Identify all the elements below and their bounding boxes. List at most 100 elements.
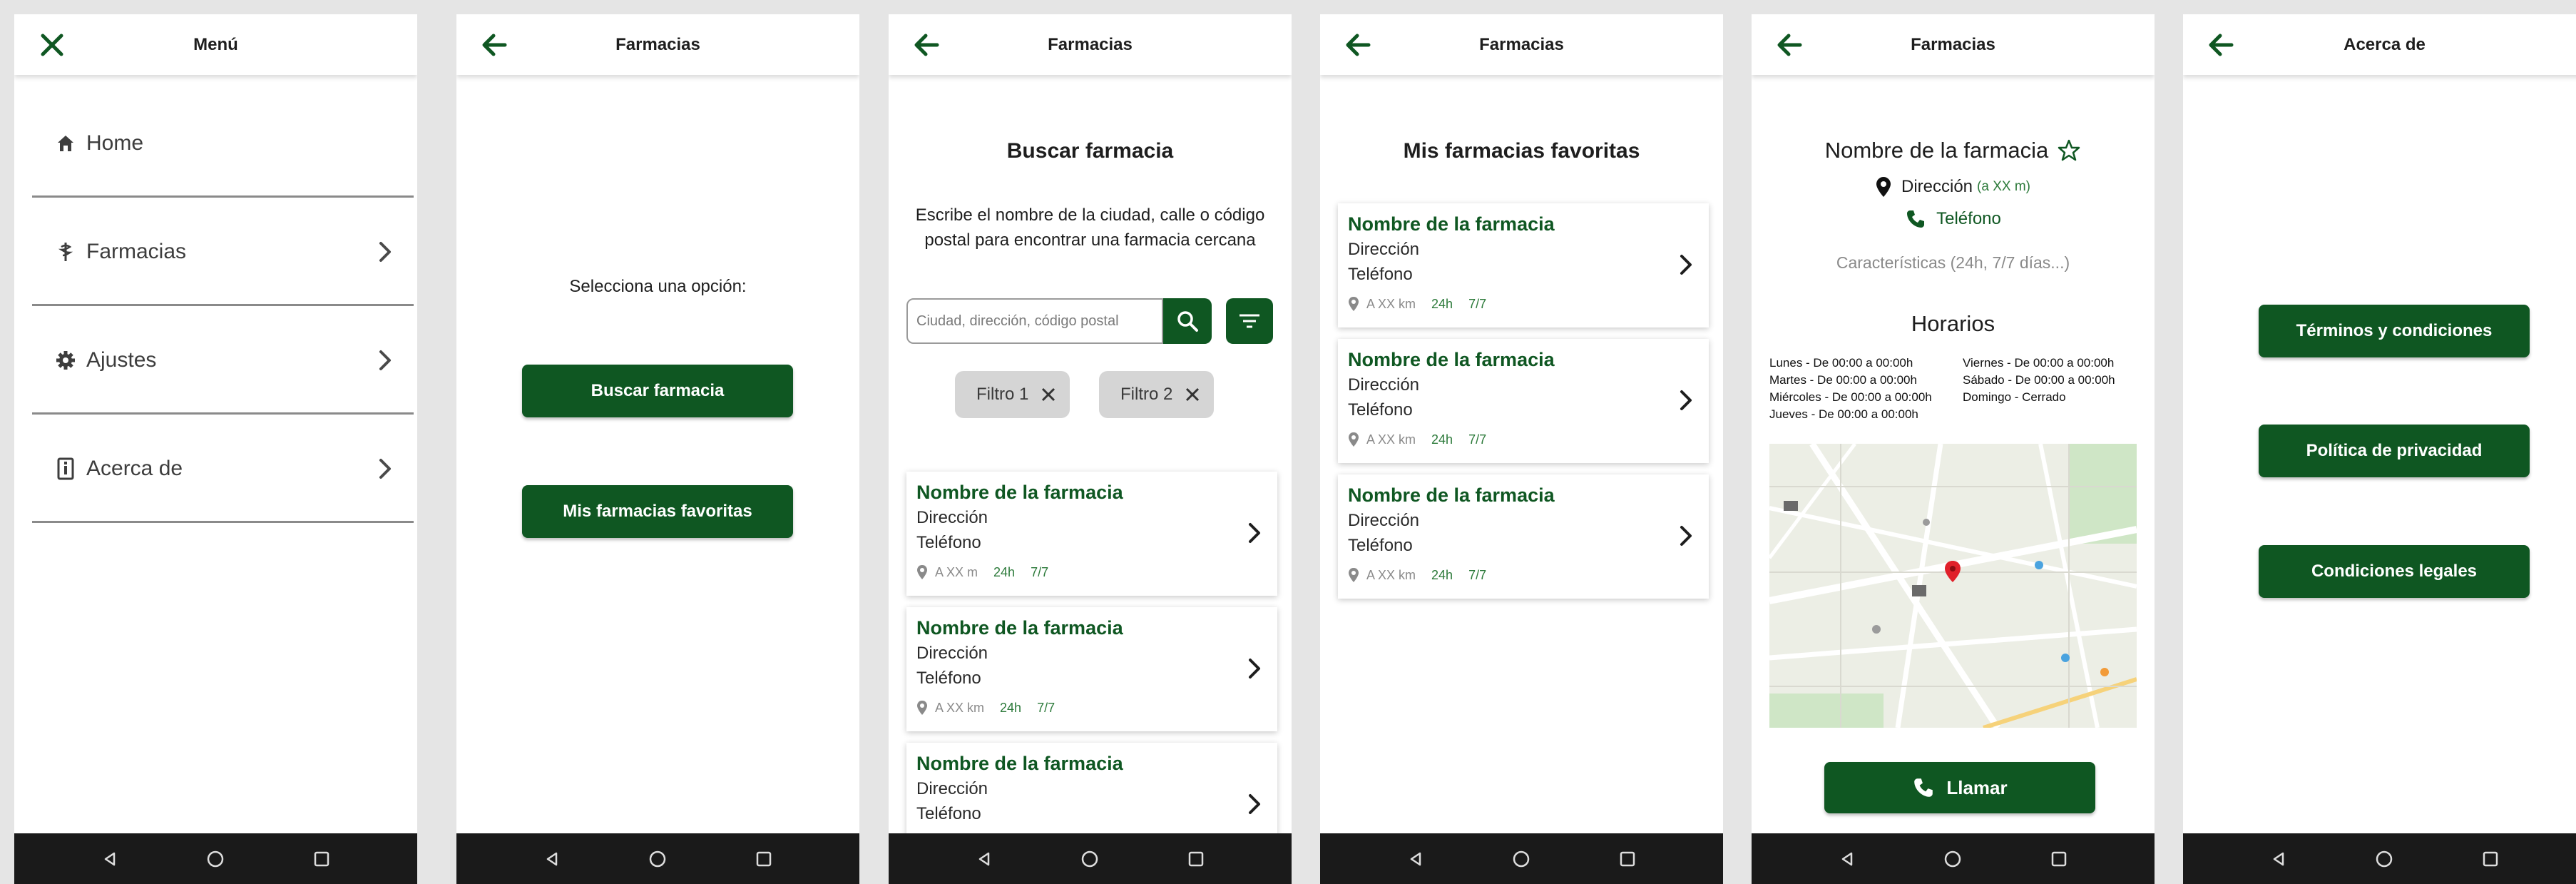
map-graphic [1769,444,2137,728]
page-title: Farmacias [1479,34,1564,54]
pharmacy-card[interactable]: Nombre de la farmacia Dirección Teléfono… [906,472,1277,596]
menu-item-farmacias[interactable]: Farmacias [32,199,414,306]
pharmacy-card[interactable]: Nombre de la farmacia Dirección Teléfono… [1338,203,1709,327]
pharmacy-phone: Teléfono [916,804,981,823]
home-nav-icon[interactable] [1507,845,1535,873]
schedule-title: Horarios [1911,311,1995,336]
search-description-line2: postal para encontrar una farmacia cerca… [924,230,1256,250]
pharmacy-distance: A XX km [935,700,985,715]
back-nav-icon[interactable] [1401,845,1430,873]
back-nav-icon[interactable] [1833,845,1861,873]
pharmacy-name: Nombre de la farmacia [916,482,1123,503]
pharmacy-name: Nombre de la farmacia [1348,213,1555,235]
android-nav-bar [889,833,1292,884]
search-field [906,298,1163,344]
recents-nav-icon[interactable] [307,845,336,873]
pharmacy-card[interactable]: Nombre de la farmacia Dirección Teléfono… [1338,474,1709,599]
menu-item-label: Farmacias [86,239,187,263]
favorites-screen: Farmacias Mis farmacias favoritas Nombre… [1320,14,1723,884]
pharmacy-distance: A XX m [935,564,978,579]
privacy-policy-button[interactable]: Política de privacidad [2259,425,2530,477]
call-button[interactable]: Llamar [1824,762,2095,813]
filter-chip[interactable]: Filtro 1 [955,371,1070,418]
pharmacy-card[interactable]: Nombre de la farmacia Dirección Teléfono… [1338,339,1709,463]
menu-item-label: Acerca de [86,456,183,480]
pharmacy-name: Nombre de la farmacia [1824,138,2049,163]
phone-icon [1907,210,1925,228]
chevron-right-icon [379,350,391,370]
search-pharmacy-button[interactable]: Buscar farmacia [522,365,793,417]
pharmacy-name: Nombre de la farmacia [916,753,1123,774]
back-nav-icon[interactable] [2264,845,2293,873]
search-heading: Buscar farmacia [1006,139,1174,163]
about-screen: Acerca de Términos y condiciones Polític… [2183,14,2576,884]
app-bar: Farmacias [456,14,859,75]
pharmacy-meta: A XX km 24h 7/7 [916,700,1055,716]
menu-item-acerca[interactable]: Acerca de [32,416,414,523]
app-bar: Farmacias [889,14,1292,75]
menu-item-ajustes[interactable]: Ajustes [32,308,414,415]
back-arrow-icon[interactable] [910,29,943,61]
location-pin-icon [1349,432,1359,447]
pharmacy-detail-screen: Farmacias Nombre de la farmacia Direcció… [1752,14,2155,884]
chevron-right-icon [1680,526,1692,546]
recents-nav-icon[interactable] [1613,845,1642,873]
select-option-prompt: Selecciona una opción: [569,277,747,296]
search-input[interactable] [916,313,1162,330]
terms-button[interactable]: Términos y condiciones [2259,305,2530,357]
schedule-day: Domingo - Cerrado [1963,390,2066,404]
star-icon[interactable] [2057,138,2081,163]
pharmacy-distance: A XX km [1366,432,1416,447]
pharmacy-distance: A XX km [1366,296,1416,311]
back-nav-icon[interactable] [970,845,998,873]
back-nav-icon[interactable] [96,845,124,873]
back-arrow-icon[interactable] [1341,29,1374,61]
pharmacy-icon [53,240,78,264]
page-title: Farmacias [1048,34,1133,54]
pharmacy-phone-row[interactable]: Teléfono [1752,208,2155,230]
pharmacy-days: 7/7 [1037,700,1056,715]
pharmacy-card[interactable]: Nombre de la farmacia Dirección Teléfono [906,743,1277,833]
pharmacy-distance: (a XX m) [1977,179,2030,194]
close-icon[interactable] [1037,383,1060,406]
favorites-heading: Mis farmacias favoritas [1403,139,1640,163]
pharmacy-address: Dirección [1348,240,1420,259]
filter-chip[interactable]: Filtro 2 [1099,371,1215,418]
android-nav-bar [2183,833,2576,884]
pharmacy-address: Dirección [916,644,988,663]
gear-icon [53,348,78,372]
search-button[interactable] [1163,298,1212,344]
close-icon[interactable] [36,29,68,61]
recents-nav-icon[interactable] [2476,845,2505,873]
favorite-pharmacies-button[interactable]: Mis farmacias favoritas [522,485,793,538]
close-icon[interactable] [1181,383,1204,406]
pharmacy-map[interactable] [1769,444,2137,728]
home-nav-icon[interactable] [1938,845,1967,873]
back-arrow-icon[interactable] [1773,29,1806,61]
filter-button[interactable] [1226,298,1273,344]
call-button-label: Llamar [1946,776,2008,798]
home-nav-icon[interactable] [643,845,672,873]
recents-nav-icon[interactable] [750,845,778,873]
pharmacy-card[interactable]: Nombre de la farmacia Dirección Teléfono… [906,607,1277,731]
home-nav-icon[interactable] [2370,845,2398,873]
back-arrow-icon[interactable] [2204,29,2237,61]
schedule-day: Jueves - De 00:00 a 00:00h [1769,407,1918,421]
recents-nav-icon[interactable] [2045,845,2073,873]
pharmacy-days: 7/7 [1468,567,1487,582]
back-nav-icon[interactable] [538,845,566,873]
filter-icon [1240,314,1259,328]
recents-nav-icon[interactable] [1182,845,1210,873]
legal-conditions-button[interactable]: Condiciones legales [2259,545,2530,598]
location-pin-icon [1349,568,1359,582]
pharmacy-days: 7/7 [1031,564,1049,579]
home-nav-icon[interactable] [1075,845,1104,873]
pharmacy-phone: Teléfono [1348,400,1413,420]
schedule-day: Sábado - De 00:00 a 00:00h [1963,373,2115,387]
home-nav-icon[interactable] [201,845,230,873]
location-pin-icon [917,565,927,579]
menu-item-home[interactable]: Home [32,91,414,198]
back-arrow-icon[interactable] [478,29,511,61]
pharmacy-meta: A XX km 24h 7/7 [1348,296,1486,312]
pharmacy-address: Dirección [1901,177,1973,196]
